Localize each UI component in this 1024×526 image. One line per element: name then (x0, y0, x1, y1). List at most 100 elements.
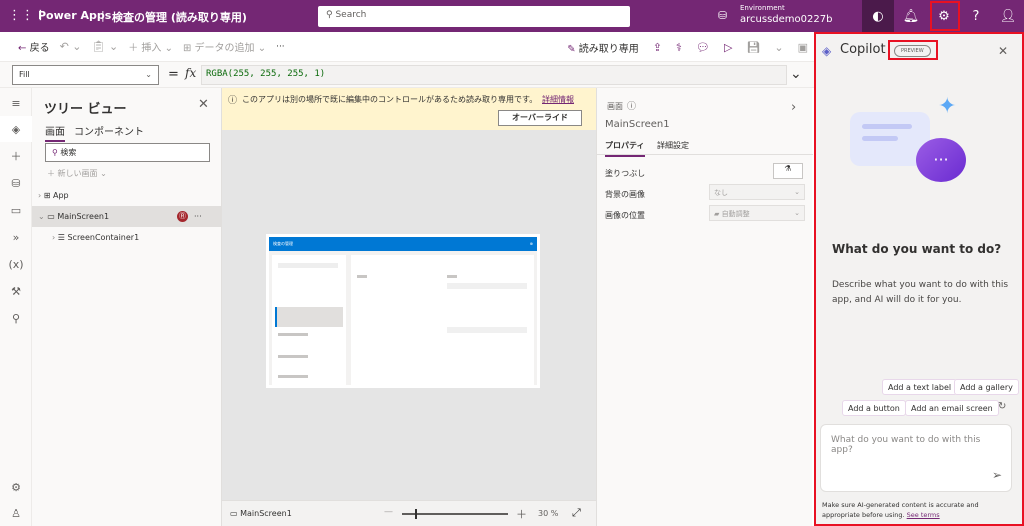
undo-icon[interactable]: ↶ ⌄ (60, 40, 82, 53)
close-icon[interactable]: ✕ (998, 44, 1008, 58)
play-icon[interactable]: ▷ (724, 41, 732, 54)
control-name: MainScreen1 (605, 119, 670, 130)
environment-label: Environment (740, 4, 785, 12)
environment-name[interactable]: arcussdemo0227b (740, 14, 832, 25)
formula-input[interactable]: RGBA(255, 255, 255, 1) (201, 65, 787, 85)
environment-icon: ⛁ (718, 9, 728, 22)
tab-screens[interactable]: 画面 (45, 123, 65, 142)
properties-panel: 画面 ⓘ › MainScreen1 プロパティ 詳細設定 塗りつぶし ⚗ 背景… (596, 88, 813, 526)
tree-view-panel: ツリー ビュー ✕ 画面 コンポーネント ⚲ 検索 ＋ 新しい画面 ⌄ › ⊞ … (32, 88, 222, 526)
tree-item-screencontainer1[interactable]: › ☰ ScreenContainer1 (32, 227, 222, 248)
media-icon[interactable]: ▭ (0, 197, 32, 223)
app-checker-icon[interactable]: ⚕ (676, 41, 682, 54)
fill-label: 塗りつぶし (605, 169, 646, 178)
help-icon[interactable]: ? (960, 0, 992, 32)
fit-to-window-icon[interactable]: ⤢ (572, 506, 581, 520)
left-rail: ≡ ◈ ＋ ⛁ ▭ » (x) ⚒ ⚲ ⚙ ♙ (0, 88, 32, 526)
preview-header: 検査の管理 ⊕ (269, 237, 537, 251)
expand-formula-icon[interactable]: ⌄ (790, 66, 802, 82)
new-screen-button[interactable]: ＋ 新しい画面 ⌄ (47, 168, 107, 179)
image-position-label: 画像の位置 (605, 211, 645, 220)
chevron-down-icon: ⌄ (145, 70, 152, 79)
bell-icon[interactable]: 🔔︎ (895, 0, 927, 32)
suggestion-add-gallery[interactable]: Add a gallery (954, 379, 1019, 395)
app-preview[interactable]: 検査の管理 ⊕ (266, 234, 540, 388)
user-icon[interactable]: 👤︎ (992, 0, 1024, 32)
container-icon: ☰ (57, 233, 68, 242)
canvas-status-bar: ▭ MainScreen1 — ＋ 30 % ⤢ (222, 500, 596, 526)
zoom-in-button[interactable]: ＋ (516, 506, 527, 522)
suggestion-add-email-screen[interactable]: Add an email screen (905, 400, 999, 416)
image-icon: ▰ (714, 210, 722, 218)
copilot-description: Describe what you want to do with this a… (832, 280, 1009, 305)
search-input[interactable]: ⚲ Search (318, 6, 630, 27)
fx-icon: fx (185, 66, 197, 80)
settings-icon[interactable]: ⚙ (0, 474, 32, 500)
app-icon: ⊞ (43, 191, 53, 200)
zoom-out-button[interactable]: — (384, 507, 393, 517)
fill-color-picker[interactable]: ⚗ (773, 163, 803, 179)
copilot-input[interactable]: What do you want to do with this app? (820, 424, 1012, 492)
back-button[interactable]: ← 戻る (18, 39, 50, 54)
zoom-slider[interactable] (402, 509, 508, 519)
canvas[interactable]: 検査の管理 ⊕ (222, 130, 596, 500)
screen-icon: ▭ (47, 212, 58, 221)
tree-item-app[interactable]: › ⊞ App (32, 185, 222, 206)
expand-panel-icon[interactable]: › (791, 100, 796, 115)
advanced-tools-icon[interactable]: ⚒ (0, 278, 32, 304)
tree-view-icon[interactable]: ◈ (0, 116, 32, 142)
top-bar: ⋮⋮⋮ Power Apps | 検査の管理 (読み取り専用) ⚲ Search… (0, 0, 1024, 32)
copilot-logo-icon: ◈ (822, 44, 832, 58)
help-icon[interactable]: ⓘ (627, 99, 636, 112)
copilot-toggle-icon[interactable]: ◐ (862, 0, 894, 32)
suggestion-add-text-label[interactable]: Add a text label (882, 379, 958, 395)
read-only-button[interactable]: ✎ 読み取り専用 (567, 40, 639, 55)
control-type: 画面 (607, 102, 623, 111)
share-icon[interactable]: ⇪ (653, 41, 662, 54)
power-automate-icon[interactable]: » (0, 224, 32, 250)
banner-message: このアプリは別の場所で既に編集中のコントロールがあるため読み取り専用です。 (242, 95, 538, 104)
insert-icon[interactable]: ＋ (0, 143, 32, 169)
copilot-panel: ◈ Copilot PREVIEW ✕ ··· ✦ What do you wa… (814, 32, 1024, 526)
image-position-dropdown[interactable]: ▰ 自動調整 ⌄ (709, 205, 805, 221)
save-icon[interactable]: 💾︎ (746, 41, 760, 54)
search-placeholder: Search (335, 10, 367, 20)
property-dropdown[interactable]: Fill ⌄ (12, 65, 159, 85)
more-button[interactable]: ··· (276, 42, 285, 52)
preview-form (351, 255, 534, 385)
background-image-dropdown[interactable]: なし ⌄ (709, 184, 805, 200)
see-terms-link[interactable]: See terms (907, 511, 940, 519)
highlight-box (888, 40, 938, 60)
command-bar-right: ✎ 読み取り専用 ⇪ ⚕ 💬︎ ▷ 💾︎ ⌄ ▣ (567, 32, 808, 62)
refresh-icon[interactable]: ↻ (998, 401, 1006, 412)
read-only-banner: ⓘ このアプリは別の場所で既に編集中のコントロールがあるため読み取り専用です。 … (222, 88, 596, 130)
copilot-title: Copilot (840, 42, 886, 57)
tree-item-mainscreen1[interactable]: ⌄ ▭ MainScreen1 Ⓡ ··· (32, 206, 222, 227)
tab-components[interactable]: コンポーネント (74, 123, 144, 138)
suggestion-add-button[interactable]: Add a button (842, 400, 906, 416)
insert-button[interactable]: ＋ 挿入 ⌄ (128, 39, 173, 54)
more-icon[interactable]: ··· (194, 212, 202, 221)
data-icon[interactable]: ⛁ (0, 170, 32, 196)
override-button[interactable]: オーバーライド (498, 110, 582, 126)
virtual-agent-icon[interactable]: ♙ (0, 500, 32, 526)
screen-selector[interactable]: ▭ MainScreen1 (230, 509, 292, 518)
copilot-illustration: ··· ✦ (850, 94, 980, 184)
tree-search-input[interactable]: ⚲ 検索 (45, 143, 210, 162)
learn-more-link[interactable]: 詳細情報 (542, 94, 574, 105)
tab-advanced[interactable]: 詳細設定 (657, 140, 689, 151)
add-data-button[interactable]: ⊞ データの追加 ⌄ (183, 39, 266, 54)
close-icon[interactable]: ✕ (198, 97, 209, 112)
zoom-slider-thumb[interactable] (414, 509, 417, 519)
save-dropdown-icon[interactable]: ⌄ (774, 41, 783, 54)
equals-sign: = (168, 67, 179, 82)
background-image-label: 背景の画像 (605, 190, 645, 199)
variables-icon[interactable]: (x) (0, 251, 32, 277)
search-icon[interactable]: ⚲ (0, 305, 32, 331)
paste-icon[interactable]: 📋︎ ⌄ (92, 40, 119, 53)
comments-icon[interactable]: 💬︎ (696, 41, 710, 54)
zoom-value: 30 % (538, 509, 559, 518)
menu-icon[interactable]: ≡ (0, 90, 32, 116)
publish-icon[interactable]: ▣ (798, 41, 808, 54)
send-icon[interactable]: ➢ (992, 468, 1002, 482)
